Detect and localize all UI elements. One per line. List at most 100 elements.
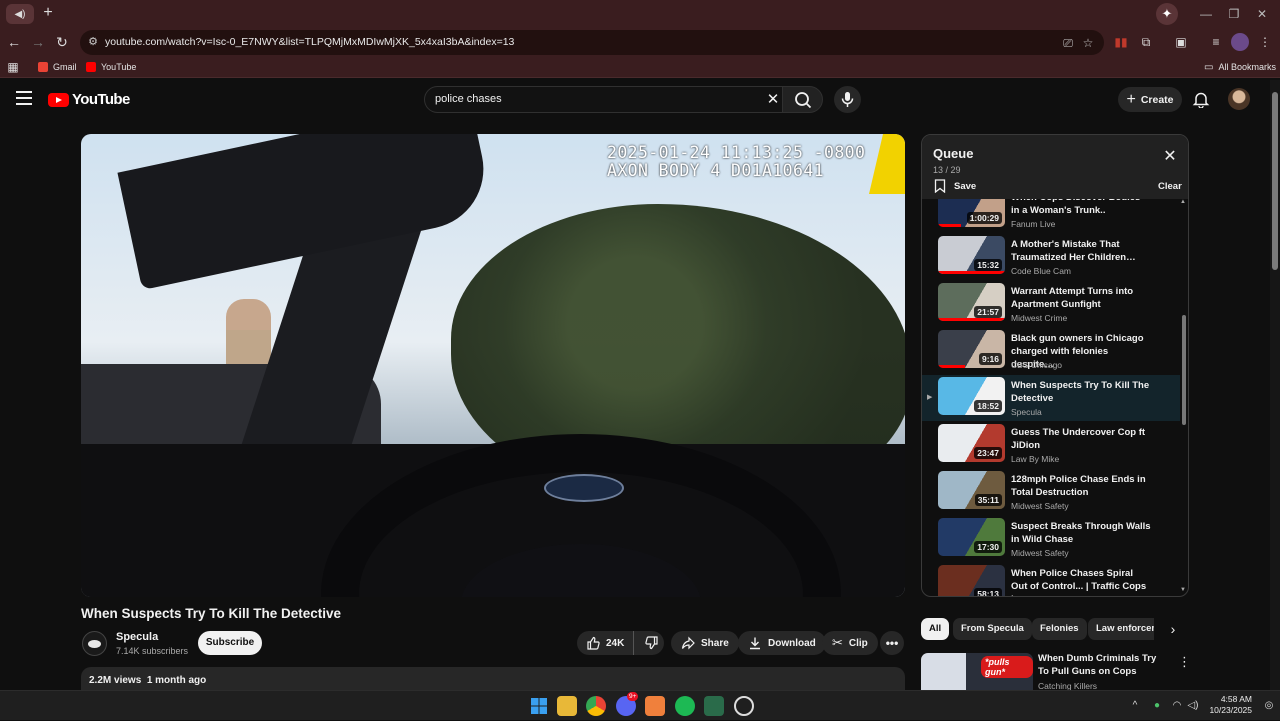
- forward-button[interactable]: →: [28, 32, 48, 52]
- clip-button[interactable]: ✂ Clip: [822, 631, 878, 655]
- page-scrollbar-thumb[interactable]: [1272, 92, 1278, 270]
- queue-item-channel: Midwest Crime: [1011, 313, 1068, 323]
- queue-thumbnail[interactable]: 9:16: [938, 330, 1005, 368]
- recommendation-title[interactable]: When Dumb Criminals Try To Pull Guns on …: [1038, 652, 1168, 678]
- subscribe-button[interactable]: Subscribe: [198, 631, 262, 655]
- split-view-icon[interactable]: ▣: [1172, 33, 1190, 51]
- recommendation-thumbnail[interactable]: *pulls gun*: [921, 653, 1033, 693]
- queue-thumbnail[interactable]: 35:11: [938, 471, 1005, 509]
- chip-all[interactable]: All: [921, 618, 950, 640]
- cast-icon[interactable]: ⎚: [1060, 35, 1076, 51]
- xbox-icon[interactable]: [704, 696, 724, 716]
- queue-thumbnail[interactable]: 58:13: [938, 565, 1005, 596]
- tray-overflow-icon[interactable]: ^: [1128, 699, 1142, 713]
- queue-thumbnail[interactable]: 18:52: [938, 377, 1005, 415]
- apps-grid-icon[interactable]: ▦: [4, 58, 22, 76]
- queue-thumbnail[interactable]: 21:57: [938, 283, 1005, 321]
- channel-name[interactable]: Specula: [116, 631, 158, 643]
- speaker-icon[interactable]: ◀): [14, 9, 25, 20]
- back-button[interactable]: ←: [4, 32, 24, 52]
- save-queue-button[interactable]: Save: [934, 179, 976, 193]
- close-queue-icon[interactable]: ✕: [1162, 149, 1178, 165]
- bookmark-youtube[interactable]: YouTube: [86, 60, 136, 74]
- browser-menu-icon[interactable]: ⋮: [1256, 33, 1274, 51]
- brave-icon[interactable]: [645, 696, 665, 716]
- wifi-icon[interactable]: ◠: [1170, 699, 1184, 713]
- chevron-right-icon[interactable]: ›: [1164, 620, 1182, 638]
- voice-search-button[interactable]: [834, 86, 861, 113]
- close-window-button[interactable]: ✕: [1252, 5, 1272, 23]
- queue-item[interactable]: 9:16 Black gun owners in Chicago charged …: [922, 328, 1180, 374]
- active-tab[interactable]: ◀): [6, 4, 34, 24]
- microphone-tray-icon[interactable]: ●: [1150, 699, 1164, 713]
- queue-title: Queue: [933, 146, 974, 161]
- clock[interactable]: 4:58 AM 10/23/2025: [1208, 694, 1252, 716]
- extension-icon[interactable]: ▮▮: [1112, 33, 1130, 51]
- chip-from-specula[interactable]: From Specula: [953, 618, 1032, 640]
- queue-item-title: When Suspects Try To Kill The Detective: [1011, 380, 1150, 404]
- notifications-bell-icon[interactable]: [1192, 90, 1210, 109]
- watch-progress-bar: [938, 365, 965, 368]
- queue-item[interactable]: 15:32 A Mother's Mistake That Traumatized…: [922, 234, 1180, 280]
- search-icon: [795, 92, 812, 109]
- create-button[interactable]: + Create: [1118, 87, 1182, 112]
- profile-icon[interactable]: [1231, 33, 1249, 51]
- file-explorer-icon[interactable]: [557, 696, 577, 716]
- start-menu-icon[interactable]: [529, 696, 549, 716]
- search-query[interactable]: police chases: [435, 93, 502, 105]
- bookmark-star-icon[interactable]: ☆: [1080, 35, 1096, 51]
- account-avatar[interactable]: [1228, 88, 1250, 110]
- queue-scrollbar[interactable]: [1182, 315, 1186, 425]
- gemini-sparkle-button[interactable]: ✦: [1156, 3, 1178, 25]
- discord-icon[interactable]: 9+: [616, 692, 639, 716]
- download-button[interactable]: Download: [738, 631, 826, 655]
- volume-icon[interactable]: ◁): [1186, 699, 1200, 713]
- search-button[interactable]: [782, 86, 823, 113]
- menu-icon[interactable]: [16, 91, 32, 105]
- queue-thumbnail[interactable]: 23:47: [938, 424, 1005, 462]
- share-button[interactable]: Share: [671, 631, 739, 655]
- minimize-button[interactable]: —: [1196, 5, 1216, 23]
- channel-avatar[interactable]: [82, 631, 107, 656]
- more-vertical-icon[interactable]: ⋮: [1178, 654, 1191, 670]
- bookmark-gmail[interactable]: Gmail: [38, 60, 77, 74]
- chip-felonies[interactable]: Felonies: [1032, 618, 1087, 640]
- notification-center-icon[interactable]: ◎: [1262, 699, 1276, 713]
- queue-item[interactable]: 35:11 128mph Police Chase Ends in Total D…: [922, 469, 1180, 515]
- steam-icon[interactable]: [734, 696, 754, 716]
- queue-item[interactable]: ▶ 18:52 When Suspects Try To Kill The Dete…: [922, 375, 1180, 421]
- chip-law-enforcement[interactable]: Law enforcem: [1088, 618, 1154, 640]
- queue-item[interactable]: 21:57 Warrant Attempt Turns into Apartmen…: [922, 281, 1180, 327]
- restore-button[interactable]: ❐: [1224, 5, 1244, 23]
- reload-button[interactable]: ↻: [52, 32, 72, 52]
- youtube-logo[interactable]: YouTube: [48, 91, 130, 108]
- search-input[interactable]: police chases ✕: [424, 86, 788, 113]
- site-info-icon[interactable]: ⚙: [86, 35, 100, 49]
- all-bookmarks[interactable]: ▭ All Bookmarks: [1204, 60, 1276, 74]
- scroll-down-arrow-icon[interactable]: ▼: [1180, 587, 1186, 593]
- queue-item[interactable]: 58:13 When Police Chases Spiral Out of Co…: [922, 563, 1180, 596]
- scroll-up-arrow-icon[interactable]: ▲: [1180, 199, 1186, 205]
- bookmark-label: Gmail: [53, 62, 77, 72]
- dislike-button[interactable]: [640, 631, 664, 655]
- extensions-puzzle-icon[interactable]: ⧉: [1137, 33, 1155, 51]
- queue-item[interactable]: 1:00:29 When Cops Discover Bodies in a Wo…: [922, 199, 1180, 233]
- reading-list-icon[interactable]: ≡: [1207, 33, 1225, 51]
- queue-item[interactable]: 23:47 Guess The Undercover Cop ft JiDion L…: [922, 422, 1180, 468]
- clear-search-icon[interactable]: ✕: [763, 90, 783, 110]
- queue-item-channel: Blue Light: Emergency Resp…: [1011, 595, 1127, 596]
- more-actions-button[interactable]: •••: [880, 631, 904, 655]
- queue-thumbnail[interactable]: 15:32: [938, 236, 1005, 274]
- address-bar[interactable]: ⚙ youtube.com/watch?v=Isc-0_E7NWY&list=T…: [80, 30, 1104, 55]
- clear-queue-button[interactable]: Clear: [1158, 181, 1182, 192]
- new-tab-button[interactable]: +: [38, 4, 58, 24]
- like-button[interactable]: 24K: [577, 631, 635, 655]
- windows-taskbar: 9+ ^ ● ◠ ◁) 4:58 AM 10/23/2025 ◎: [0, 690, 1280, 720]
- video-player[interactable]: 2025-01-24 11:13:25 -0800 AXON BODY 4 D0…: [81, 134, 905, 597]
- chrome-icon[interactable]: [586, 696, 606, 716]
- queue-item[interactable]: 17:30 Suspect Breaks Through Walls in Wil…: [922, 516, 1180, 562]
- url-text[interactable]: youtube.com/watch?v=Isc-0_E7NWY&list=TLP…: [105, 36, 514, 48]
- queue-thumbnail[interactable]: 1:00:29: [938, 199, 1005, 227]
- spotify-icon[interactable]: [675, 696, 695, 716]
- queue-thumbnail[interactable]: 17:30: [938, 518, 1005, 556]
